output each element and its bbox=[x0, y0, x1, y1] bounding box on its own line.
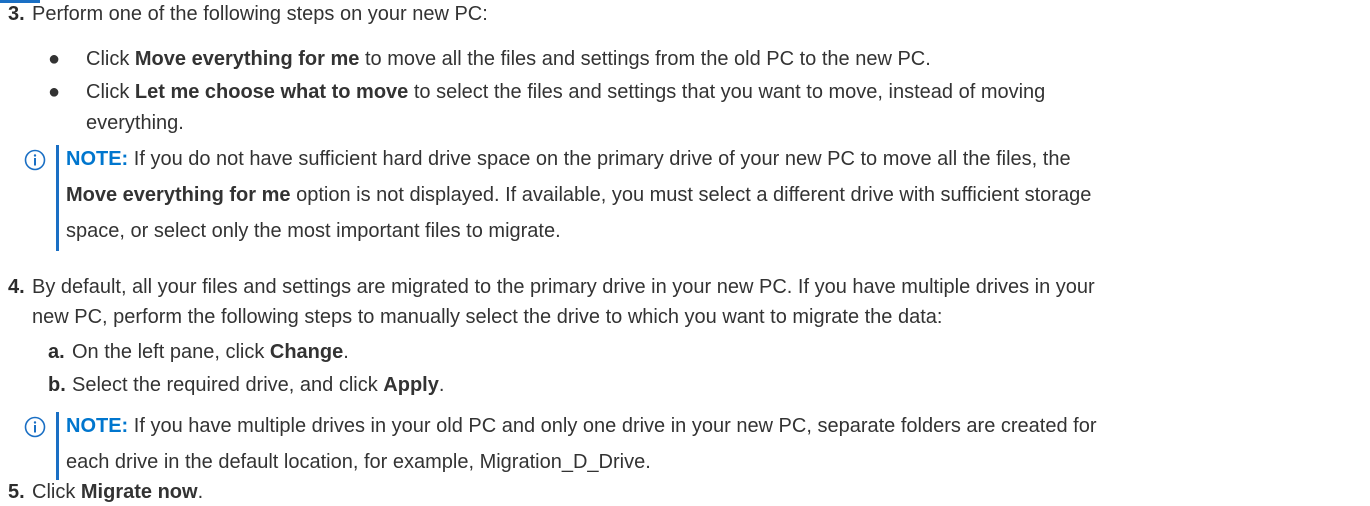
ui-label-let-me-choose: Let me choose what to move bbox=[134, 81, 409, 103]
substep-text: Select the required drive, and click App… bbox=[72, 374, 445, 396]
info-circle-icon bbox=[24, 149, 46, 171]
substep-letter: a. bbox=[48, 341, 65, 363]
bullet-dot: ● bbox=[48, 48, 61, 70]
bullet-dot: ● bbox=[48, 81, 61, 103]
document-page: 3. Perform one of the following steps on… bbox=[0, 0, 1370, 503]
note-label: NOTE: bbox=[66, 148, 129, 170]
substep-letter: b. bbox=[48, 374, 66, 396]
note-bar bbox=[56, 145, 59, 251]
note-text: NOTE: If you do not have sufficient hard… bbox=[66, 148, 1092, 242]
step-number: 3. bbox=[8, 3, 25, 25]
note-bar bbox=[56, 412, 59, 480]
step-text: Click Migrate now. bbox=[32, 481, 204, 503]
ui-label-apply: Apply bbox=[383, 374, 439, 396]
note-text: NOTE: If you have multiple drives in you… bbox=[66, 415, 1097, 473]
bullet-text: Click Let me choose what to move to sele… bbox=[86, 81, 1046, 134]
ui-label-move-everything: Move everything for me bbox=[66, 184, 291, 206]
ui-label-move-everything: Move everything for me bbox=[134, 48, 360, 70]
step-number: 5. bbox=[8, 481, 25, 503]
note-label: NOTE: bbox=[66, 415, 129, 437]
ui-label-change: Change bbox=[269, 341, 344, 363]
substep-text: On the left pane, click Change. bbox=[72, 341, 349, 363]
bullet-text: Click Move everything for me to move all… bbox=[86, 48, 931, 70]
step-number: 4. bbox=[8, 276, 25, 298]
ui-label-migrate-now: Migrate now bbox=[80, 481, 198, 503]
info-circle-icon bbox=[24, 416, 46, 438]
step-text-line2: new PC, perform the following steps to m… bbox=[32, 306, 943, 328]
step-text: Perform one of the following steps on yo… bbox=[32, 3, 488, 25]
step-text-line1: By default, all your files and settings … bbox=[32, 276, 1095, 298]
